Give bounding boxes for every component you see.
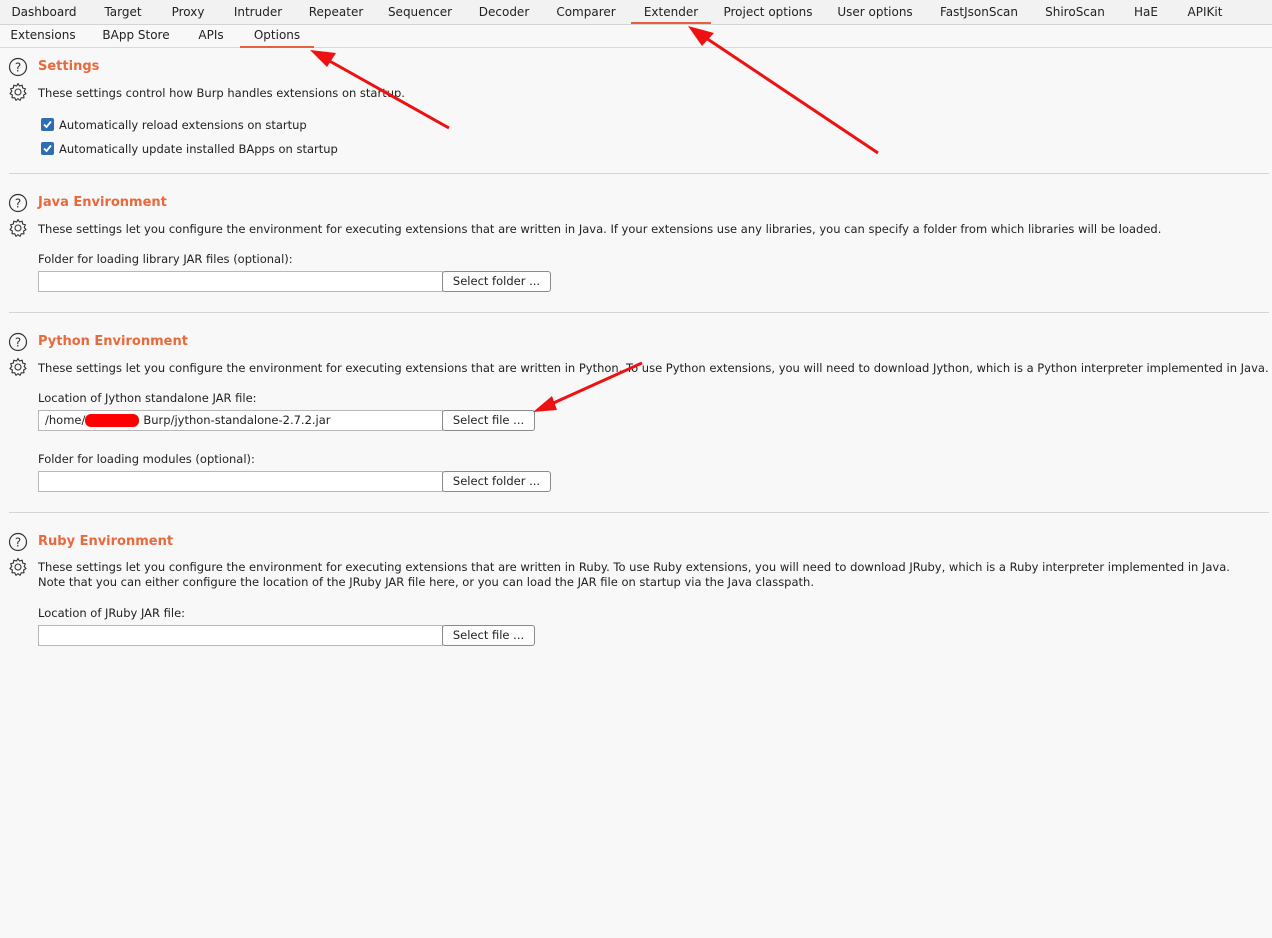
- java-library-folder-label: Folder for loading library JAR files (op…: [38, 252, 293, 266]
- tab-target[interactable]: Target: [90, 0, 156, 24]
- tab-dashboard[interactable]: Dashboard: [4, 0, 84, 24]
- java-select-folder-button[interactable]: Select folder ...: [442, 271, 551, 292]
- jython-jar-label: Location of Jython standalone JAR file:: [38, 391, 257, 405]
- tab-fastjsonscan[interactable]: FastJsonScan: [932, 0, 1026, 24]
- help-icon[interactable]: ?: [8, 57, 28, 77]
- tab-decoder[interactable]: Decoder: [472, 0, 536, 24]
- tab-shiroscan[interactable]: ShiroScan: [1038, 0, 1112, 24]
- tab-comparer[interactable]: Comparer: [550, 0, 622, 24]
- svg-text:?: ?: [15, 197, 21, 211]
- tab-intruder[interactable]: Intruder: [224, 0, 292, 24]
- gear-icon[interactable]: [8, 557, 28, 577]
- update-bapps-checkbox[interactable]: [41, 142, 54, 155]
- help-icon[interactable]: ?: [8, 193, 28, 213]
- gear-icon[interactable]: [8, 82, 28, 102]
- help-icon[interactable]: ?: [8, 532, 28, 552]
- tab-project-options[interactable]: Project options: [718, 0, 818, 24]
- tab-user-options[interactable]: User options: [830, 0, 920, 24]
- jython-path-suffix: Burp/jython-standalone-2.7.2.jar: [143, 413, 331, 427]
- tab-hae[interactable]: HaE: [1126, 0, 1166, 24]
- main-tab-bar: Dashboard Target Proxy Intruder Repeater…: [0, 0, 1272, 25]
- svg-text:?: ?: [15, 336, 21, 350]
- subtab-bapp-store[interactable]: BApp Store: [94, 25, 178, 46]
- checkmark-icon: [43, 120, 52, 129]
- gear-icon[interactable]: [8, 218, 28, 238]
- tab-extender[interactable]: Extender: [631, 0, 711, 24]
- jython-select-file-button[interactable]: Select file ...: [442, 410, 535, 431]
- reload-extensions-label[interactable]: Automatically reload extensions on start…: [59, 118, 307, 132]
- python-modules-folder-label: Folder for loading modules (optional):: [38, 452, 255, 466]
- java-env-title: Java Environment: [38, 195, 167, 210]
- java-library-folder-input[interactable]: [38, 271, 443, 292]
- section-divider: [9, 312, 1269, 313]
- annotation-arrows: [310, 26, 879, 412]
- settings-title: Settings: [38, 59, 100, 74]
- ruby-env-title: Ruby Environment: [38, 534, 174, 549]
- jython-path-prefix: /home/: [45, 413, 86, 427]
- update-bapps-label[interactable]: Automatically update installed BApps on …: [59, 142, 338, 156]
- gear-icon[interactable]: [8, 357, 28, 377]
- java-env-description: These settings let you configure the env…: [38, 222, 1162, 236]
- tab-sequencer[interactable]: Sequencer: [382, 0, 458, 24]
- subtab-options[interactable]: Options: [240, 25, 314, 48]
- python-env-description: These settings let you configure the env…: [38, 361, 1269, 375]
- sub-tab-bar: Extensions BApp Store APIs Options: [0, 25, 1272, 48]
- ruby-env-description: These settings let you configure the env…: [38, 560, 1230, 589]
- redaction-mark: [85, 414, 139, 427]
- subtab-apis[interactable]: APIs: [188, 25, 234, 46]
- svg-text:?: ?: [15, 536, 21, 550]
- section-divider: [9, 512, 1269, 513]
- jruby-jar-label: Location of JRuby JAR file:: [38, 606, 186, 620]
- python-select-folder-button[interactable]: Select folder ...: [442, 471, 551, 492]
- reload-extensions-checkbox[interactable]: [41, 118, 54, 131]
- python-modules-folder-input[interactable]: [38, 471, 443, 492]
- checkmark-icon: [43, 144, 52, 153]
- jruby-select-file-button[interactable]: Select file ...: [442, 625, 535, 646]
- svg-text:?: ?: [15, 61, 21, 75]
- tab-apikit[interactable]: APIKit: [1178, 0, 1232, 24]
- subtab-extensions[interactable]: Extensions: [4, 25, 82, 46]
- python-env-title: Python Environment: [38, 334, 188, 349]
- tab-proxy[interactable]: Proxy: [162, 0, 214, 24]
- jruby-jar-input[interactable]: [38, 625, 443, 646]
- settings-description: These settings control how Burp handles …: [38, 86, 405, 100]
- help-icon[interactable]: ?: [8, 332, 28, 352]
- tab-repeater[interactable]: Repeater: [300, 0, 372, 24]
- section-divider: [9, 173, 1269, 174]
